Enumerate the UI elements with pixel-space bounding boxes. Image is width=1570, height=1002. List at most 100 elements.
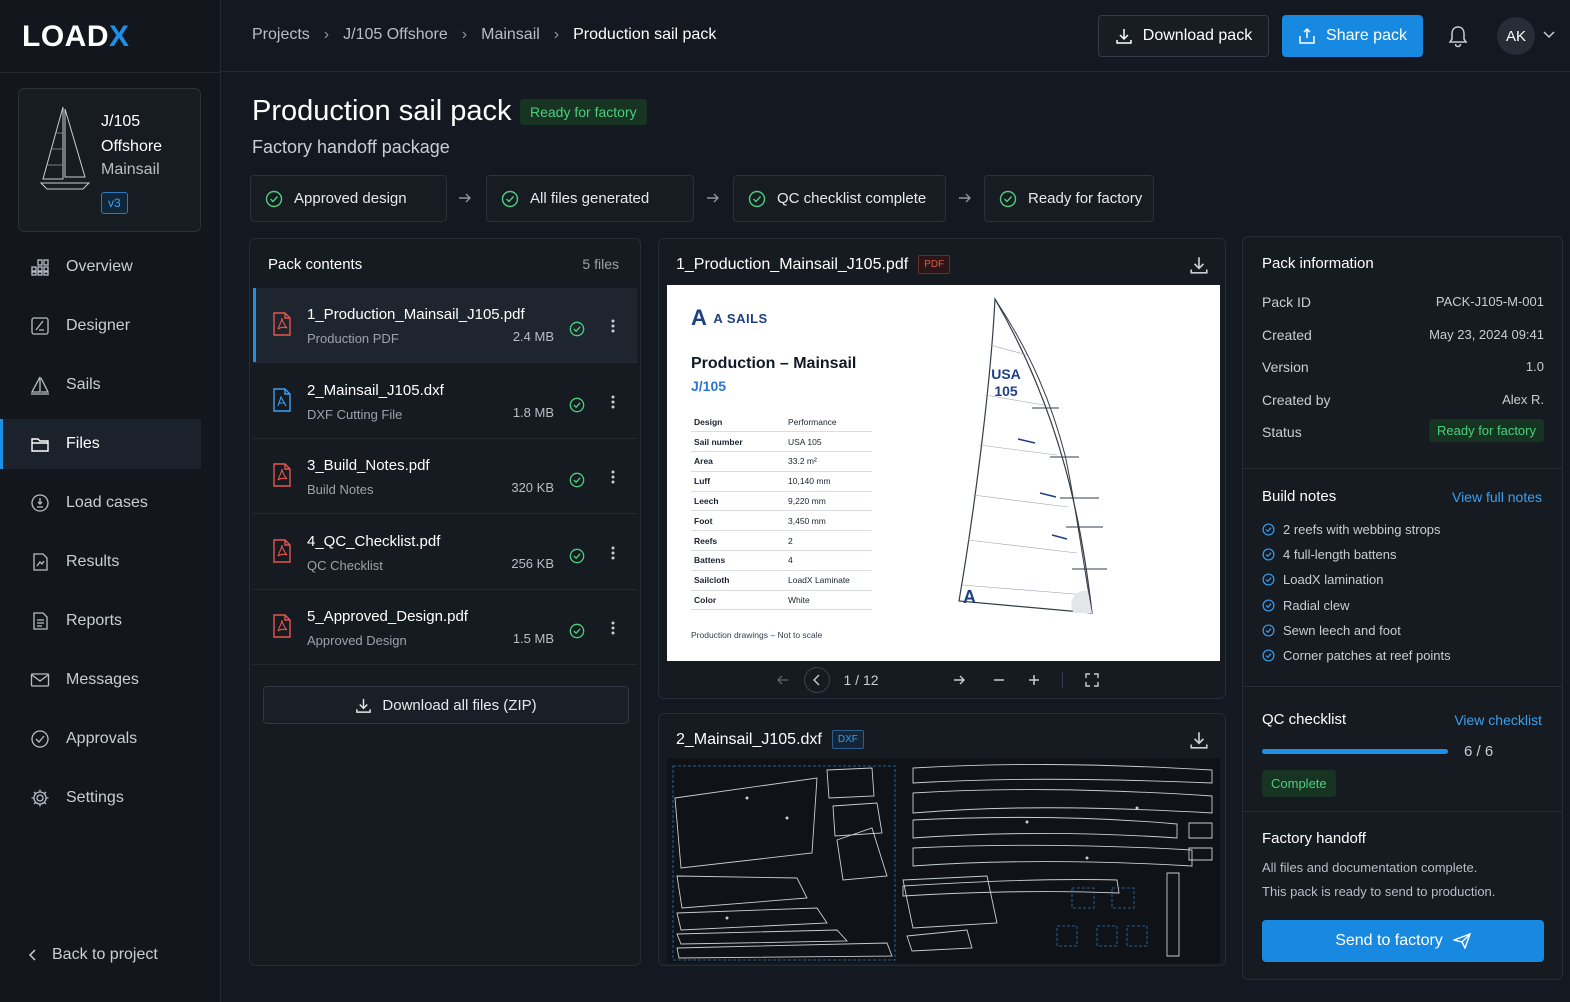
- view-checklist-link[interactable]: View checklist: [1454, 712, 1542, 728]
- check-circle-icon: [569, 397, 585, 413]
- download-pack-button[interactable]: Download pack: [1098, 15, 1269, 57]
- more-options-icon[interactable]: [611, 470, 615, 484]
- dxf-filename: 2_Mainsail_J105.dxf: [676, 730, 822, 748]
- file-type-tag: PDF: [918, 255, 951, 274]
- qc-status-badge: Complete: [1262, 770, 1336, 797]
- more-options-icon[interactable]: [611, 319, 615, 333]
- sailboat-icon: [39, 106, 91, 190]
- spec-value: Performance: [788, 412, 872, 433]
- more-options-icon[interactable]: [611, 395, 615, 409]
- download-icon[interactable]: [1189, 730, 1209, 750]
- file-type: Production PDF: [307, 331, 399, 346]
- file-row[interactable]: 1_Production_Mainsail_J105.pdf Production…: [253, 288, 637, 363]
- info-value: May 23, 2024 09:41: [1429, 326, 1544, 342]
- previous-page-button[interactable]: [804, 667, 830, 693]
- bell-icon[interactable]: [1447, 24, 1469, 48]
- spec-row: Sailcloth LoadX Laminate: [691, 570, 872, 591]
- breadcrumb-projects[interactable]: Projects: [252, 26, 310, 44]
- download-zip-button[interactable]: Download all files (ZIP): [263, 686, 629, 724]
- sidebar-item-label: Sails: [66, 376, 101, 393]
- avatar[interactable]: AK: [1497, 17, 1535, 55]
- check-circle-icon: [265, 190, 283, 207]
- pdf-file-icon: [272, 538, 292, 563]
- chevron-down-icon[interactable]: [1543, 30, 1555, 40]
- zoom-in-button[interactable]: [1024, 667, 1044, 693]
- project-card[interactable]: J/105 Offshore Mainsail v3: [18, 88, 201, 232]
- share-pack-label: Share pack: [1326, 27, 1407, 44]
- build-note-item: Radial clew: [1262, 598, 1349, 613]
- file-row[interactable]: 3_Build_Notes.pdf Build Notes 320 KB: [253, 439, 637, 514]
- file-row[interactable]: 4_QC_Checklist.pdf QC Checklist 256 KB: [253, 515, 637, 590]
- share-pack-button[interactable]: Share pack: [1282, 15, 1423, 57]
- arrow-right-icon: [459, 193, 471, 203]
- fullscreen-button[interactable]: [1082, 667, 1102, 693]
- sidebar-item-messages[interactable]: Messages: [0, 655, 221, 705]
- build-note-item: Corner patches at reef points: [1262, 648, 1451, 663]
- sidebar-item-results[interactable]: Results: [0, 537, 221, 587]
- pdf-file-icon: [272, 614, 292, 638]
- status-badge: Ready for factory: [520, 99, 647, 125]
- page-indicator: 1 / 12: [843, 672, 879, 688]
- file-row[interactable]: 5_Approved_Design.pdf Approved Design 1.5 …: [253, 590, 637, 665]
- spec-label: Area: [691, 451, 788, 472]
- pdf-page-preview[interactable]: A A SAILS Production – Mainsail J/105 De…: [667, 285, 1220, 661]
- spec-value: USA 105: [788, 431, 872, 453]
- check-circle-icon: [1262, 624, 1275, 637]
- info-label: Version: [1262, 359, 1309, 375]
- zoom-out-button[interactable]: [989, 667, 1009, 693]
- sidebar-item-approvals[interactable]: Approvals: [0, 714, 221, 764]
- send-to-factory-button[interactable]: Send to factory: [1262, 920, 1544, 962]
- spec-label: Leech: [691, 491, 788, 512]
- build-note-text: Radial clew: [1283, 597, 1350, 613]
- info-value: 1.0: [1525, 359, 1544, 374]
- spec-row: Leech 9,220 mm: [691, 491, 872, 512]
- file-size: 1.5 MB: [512, 631, 554, 646]
- project-name: J/105 Offshore: [101, 113, 163, 155]
- download-icon[interactable]: [1189, 255, 1209, 275]
- view-full-notes-link[interactable]: View full notes: [1452, 489, 1542, 505]
- document-subtitle: J/105: [691, 378, 727, 394]
- back-to-project-link[interactable]: Back to project: [28, 946, 158, 964]
- sidebar-item-sails[interactable]: Sails: [0, 360, 221, 410]
- spec-row: Reefs 2: [691, 530, 872, 552]
- build-note-item: LoadX lamination: [1262, 572, 1383, 587]
- mail-icon: [30, 673, 50, 687]
- more-options-icon[interactable]: [611, 546, 615, 560]
- breadcrumb-sail[interactable]: Mainsail: [481, 26, 540, 44]
- sidebar-item-designer[interactable]: Designer: [0, 301, 221, 351]
- dxf-nesting-preview[interactable]: [667, 758, 1220, 963]
- info-label: Created: [1262, 326, 1312, 343]
- document-footnote: Production drawings – Not to scale: [691, 630, 823, 640]
- sidebar-item-reports[interactable]: Reports: [0, 596, 221, 646]
- pdf-viewer-controls: 1 / 12: [659, 667, 1227, 695]
- spec-value: 2: [788, 530, 872, 552]
- step-label: All files generated: [530, 190, 650, 207]
- version-badge: v3: [101, 192, 128, 214]
- gear-icon: [31, 789, 49, 807]
- spec-label: Battens: [691, 550, 788, 571]
- brand-mark: A: [691, 305, 708, 330]
- file-row[interactable]: 2_Mainsail_J105.dxf DXF Cutting File 1.8 M…: [253, 364, 637, 439]
- sidebar-item-settings[interactable]: Settings: [0, 773, 221, 823]
- sidebar-item-overview[interactable]: Overview: [0, 242, 221, 292]
- files-count: 5 files: [582, 256, 619, 272]
- file-size: 320 KB: [511, 480, 554, 495]
- build-note-item: 4 full-length battens: [1262, 547, 1396, 562]
- spec-label: Foot: [691, 510, 788, 532]
- first-page-icon[interactable]: [773, 667, 793, 693]
- check-circle-icon: [748, 190, 766, 207]
- more-options-icon[interactable]: [611, 621, 615, 635]
- divider: [1244, 686, 1563, 687]
- next-page-button[interactable]: [949, 667, 969, 693]
- spec-value: White: [788, 590, 872, 611]
- sidebar-item-load-cases[interactable]: Load cases: [0, 478, 221, 528]
- sidebar-item-files[interactable]: Files: [0, 419, 201, 469]
- results-icon: [33, 553, 48, 571]
- step-ready-for-factory: Ready for factory: [984, 175, 1154, 222]
- breadcrumb-project[interactable]: J/105 Offshore: [343, 26, 448, 44]
- spec-row: Design Performance: [691, 412, 872, 433]
- dxf-viewer-panel: 2_Mainsail_J105.dxf DXF: [658, 713, 1226, 966]
- sail-number-line1: USA: [991, 366, 1021, 382]
- app-logo[interactable]: LOADX: [22, 20, 130, 54]
- approval-icon: [31, 730, 49, 748]
